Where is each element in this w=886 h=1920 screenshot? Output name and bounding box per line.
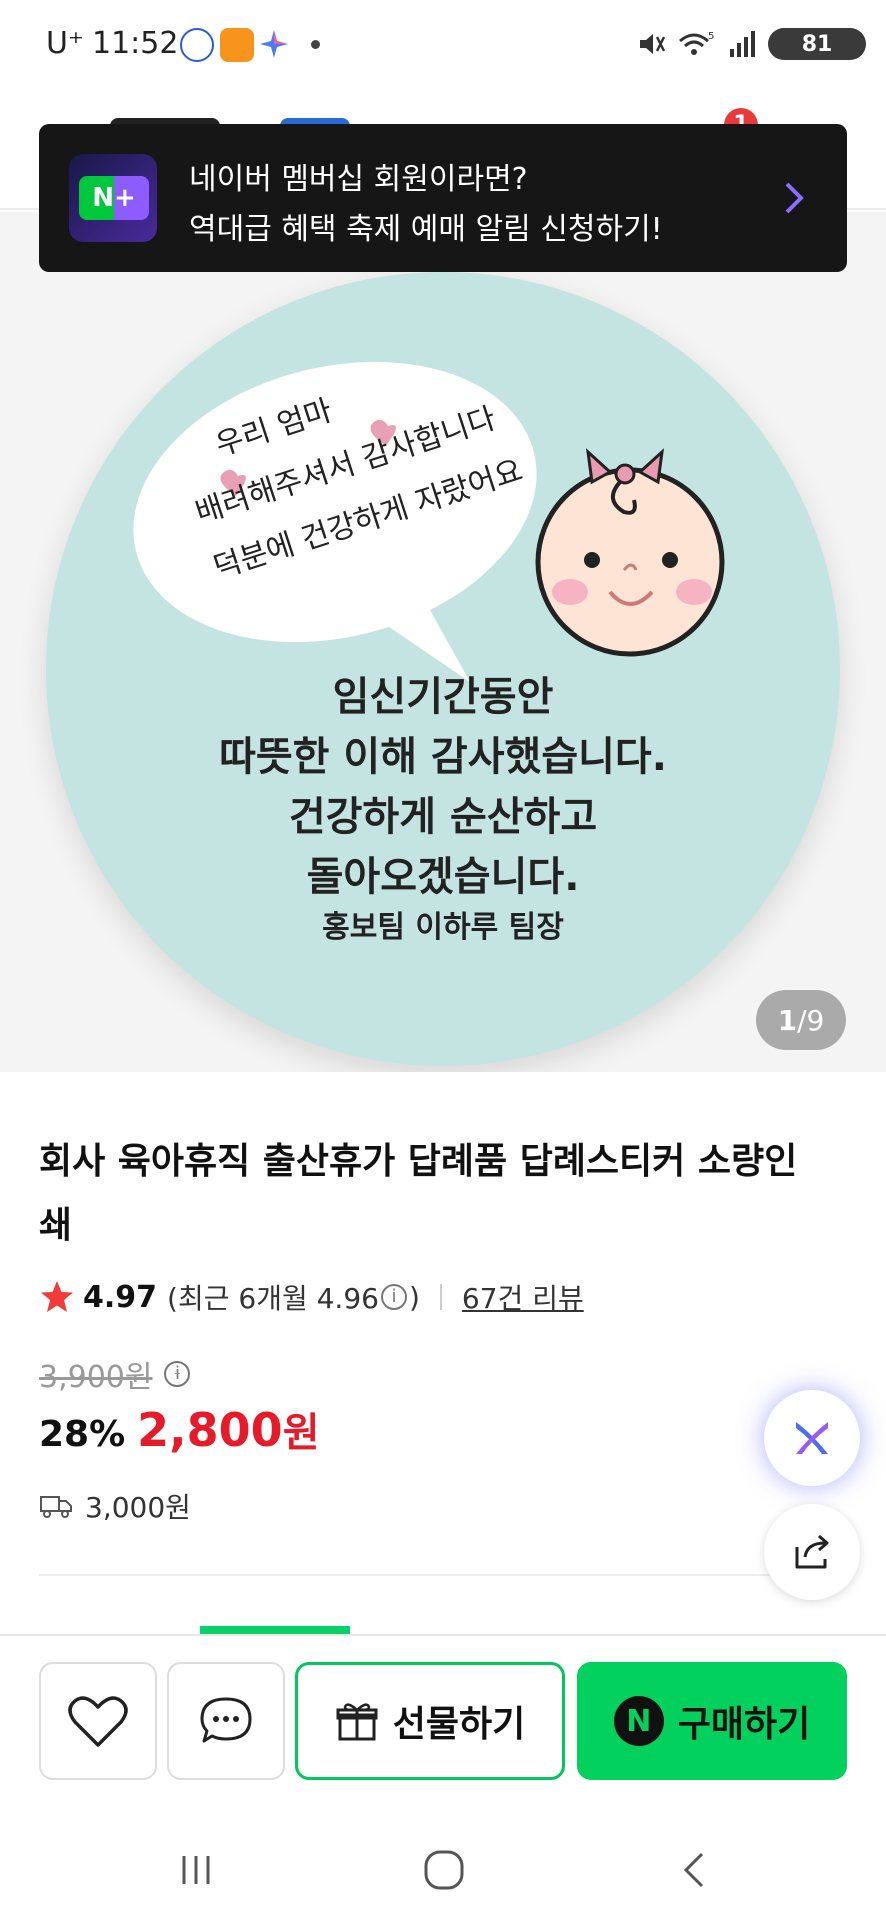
- delivery-truck-icon: [40, 1496, 72, 1518]
- recent-rating: (최근 6개월 4.96: [167, 1282, 379, 1315]
- recent-apps-button[interactable]: [166, 1840, 226, 1900]
- recent-apps-icon: [182, 1856, 210, 1884]
- price-row: 28% 2,800원: [39, 1400, 320, 1460]
- signal-icon: [730, 31, 755, 57]
- rating-row: 4.97 (최근 6개월 4.96 i ) 67건 리뷰: [39, 1275, 584, 1319]
- share-icon: [795, 1534, 829, 1569]
- sticker-signature: 홍보팀 이하루 팀장: [322, 910, 564, 945]
- sticker-text-line: 임신기간동안: [332, 674, 554, 720]
- original-price-value: 3,900원: [39, 1360, 153, 1395]
- talktalk-chat-button[interactable]: [167, 1662, 285, 1780]
- section-divider: [39, 1574, 779, 1576]
- toast-title: 네이버 멤버십 회원이라면?: [189, 162, 528, 197]
- product-title: 회사 육아휴직 출산휴가 답례품 답례스티커 소량인쇄: [39, 1141, 798, 1246]
- page-current: 1: [777, 1003, 798, 1037]
- discount-rate: 28%: [39, 1414, 126, 1455]
- naver-pay-icon: N: [613, 1696, 664, 1746]
- naver-plus-logo-text: N+: [92, 183, 136, 213]
- wifi-icon: 5: [679, 31, 714, 55]
- back-nav-button[interactable]: [664, 1840, 724, 1900]
- divider: [439, 1284, 442, 1310]
- chevron-right-icon[interactable]: [773, 178, 813, 218]
- status-icons: 5 81: [636, 26, 866, 62]
- notification-dot-icon: [311, 40, 320, 49]
- sticker-text-line: 따뜻한 이해 감사했습니다.: [219, 734, 667, 780]
- battery-indicator: 81: [768, 28, 866, 60]
- shipping-fee: 3,000원: [39, 1486, 191, 1526]
- toast-message: 역대급 혜택 축제 예매 알림 신청하기!: [189, 212, 663, 247]
- battery-level: 81: [801, 31, 833, 57]
- sale-price: 2,800: [137, 1403, 283, 1457]
- shipping-fee-value: 3,000원: [85, 1491, 191, 1524]
- ai-assistant-button[interactable]: [764, 1390, 860, 1486]
- review-link[interactable]: 67건 리뷰: [462, 1277, 584, 1317]
- page-total: /9: [797, 1003, 825, 1037]
- status-bar: U⁺ 11:52 5 81: [0, 0, 886, 90]
- price-unit: 원: [282, 1410, 320, 1456]
- original-price: 3,900원 i: [39, 1352, 192, 1396]
- naver-pay-icon-text: N: [626, 1703, 652, 1739]
- home-button[interactable]: [414, 1840, 474, 1900]
- image-page-indicator: 1/9: [756, 990, 846, 1050]
- carrier-label: U⁺: [46, 26, 84, 61]
- chat-bubble-icon: [200, 1697, 252, 1743]
- ai-assistant-icon: [796, 1422, 828, 1454]
- system-navigation-bar: [0, 1810, 886, 1920]
- gift-icon: [336, 1703, 378, 1741]
- gift-button-label: 선물하기: [392, 1704, 526, 1745]
- purchase-action-bar: 선물하기 N 구매하기: [0, 1634, 886, 1810]
- clock: 11:52: [92, 26, 179, 61]
- mute-icon: [640, 34, 666, 54]
- sticker-text-line: 돌아오겠습니다.: [306, 854, 580, 900]
- like-button[interactable]: [39, 1662, 157, 1780]
- notification-app-icon: [220, 28, 254, 62]
- buy-button-label: 구매하기: [677, 1704, 811, 1745]
- membership-toast[interactable]: N+ 네이버 멤버십 회원이라면? 역대급 혜택 축제 예매 알림 신청하기!: [39, 124, 847, 272]
- gift-button[interactable]: 선물하기: [295, 1662, 565, 1780]
- baby-face-illustration: [535, 448, 725, 657]
- sparkle-icon: [260, 30, 288, 58]
- price-info-icon[interactable]: i: [164, 1361, 191, 1387]
- home-icon: [424, 1850, 464, 1890]
- naver-plus-logo: N+: [69, 154, 157, 242]
- heart-icon: [68, 1696, 128, 1747]
- back-arrow-icon: [683, 1852, 704, 1888]
- svg-text:5: 5: [708, 31, 714, 42]
- samsung-pay-icon: [180, 28, 214, 62]
- rating-value: 4.97: [83, 1279, 158, 1315]
- buy-button[interactable]: N 구매하기: [577, 1662, 847, 1780]
- share-button[interactable]: [764, 1504, 860, 1600]
- recent-rating-close: ): [408, 1280, 420, 1314]
- info-icon[interactable]: i: [380, 1284, 407, 1310]
- star-icon: [41, 1281, 73, 1312]
- product-image-carousel[interactable]: 우리 엄마 배려해주셔서 감사합니다 덕분에 건강하게 자랐어요 임신기간동안 …: [0, 212, 886, 1072]
- sticker-text-line: 건강하게 순산하고: [288, 794, 598, 840]
